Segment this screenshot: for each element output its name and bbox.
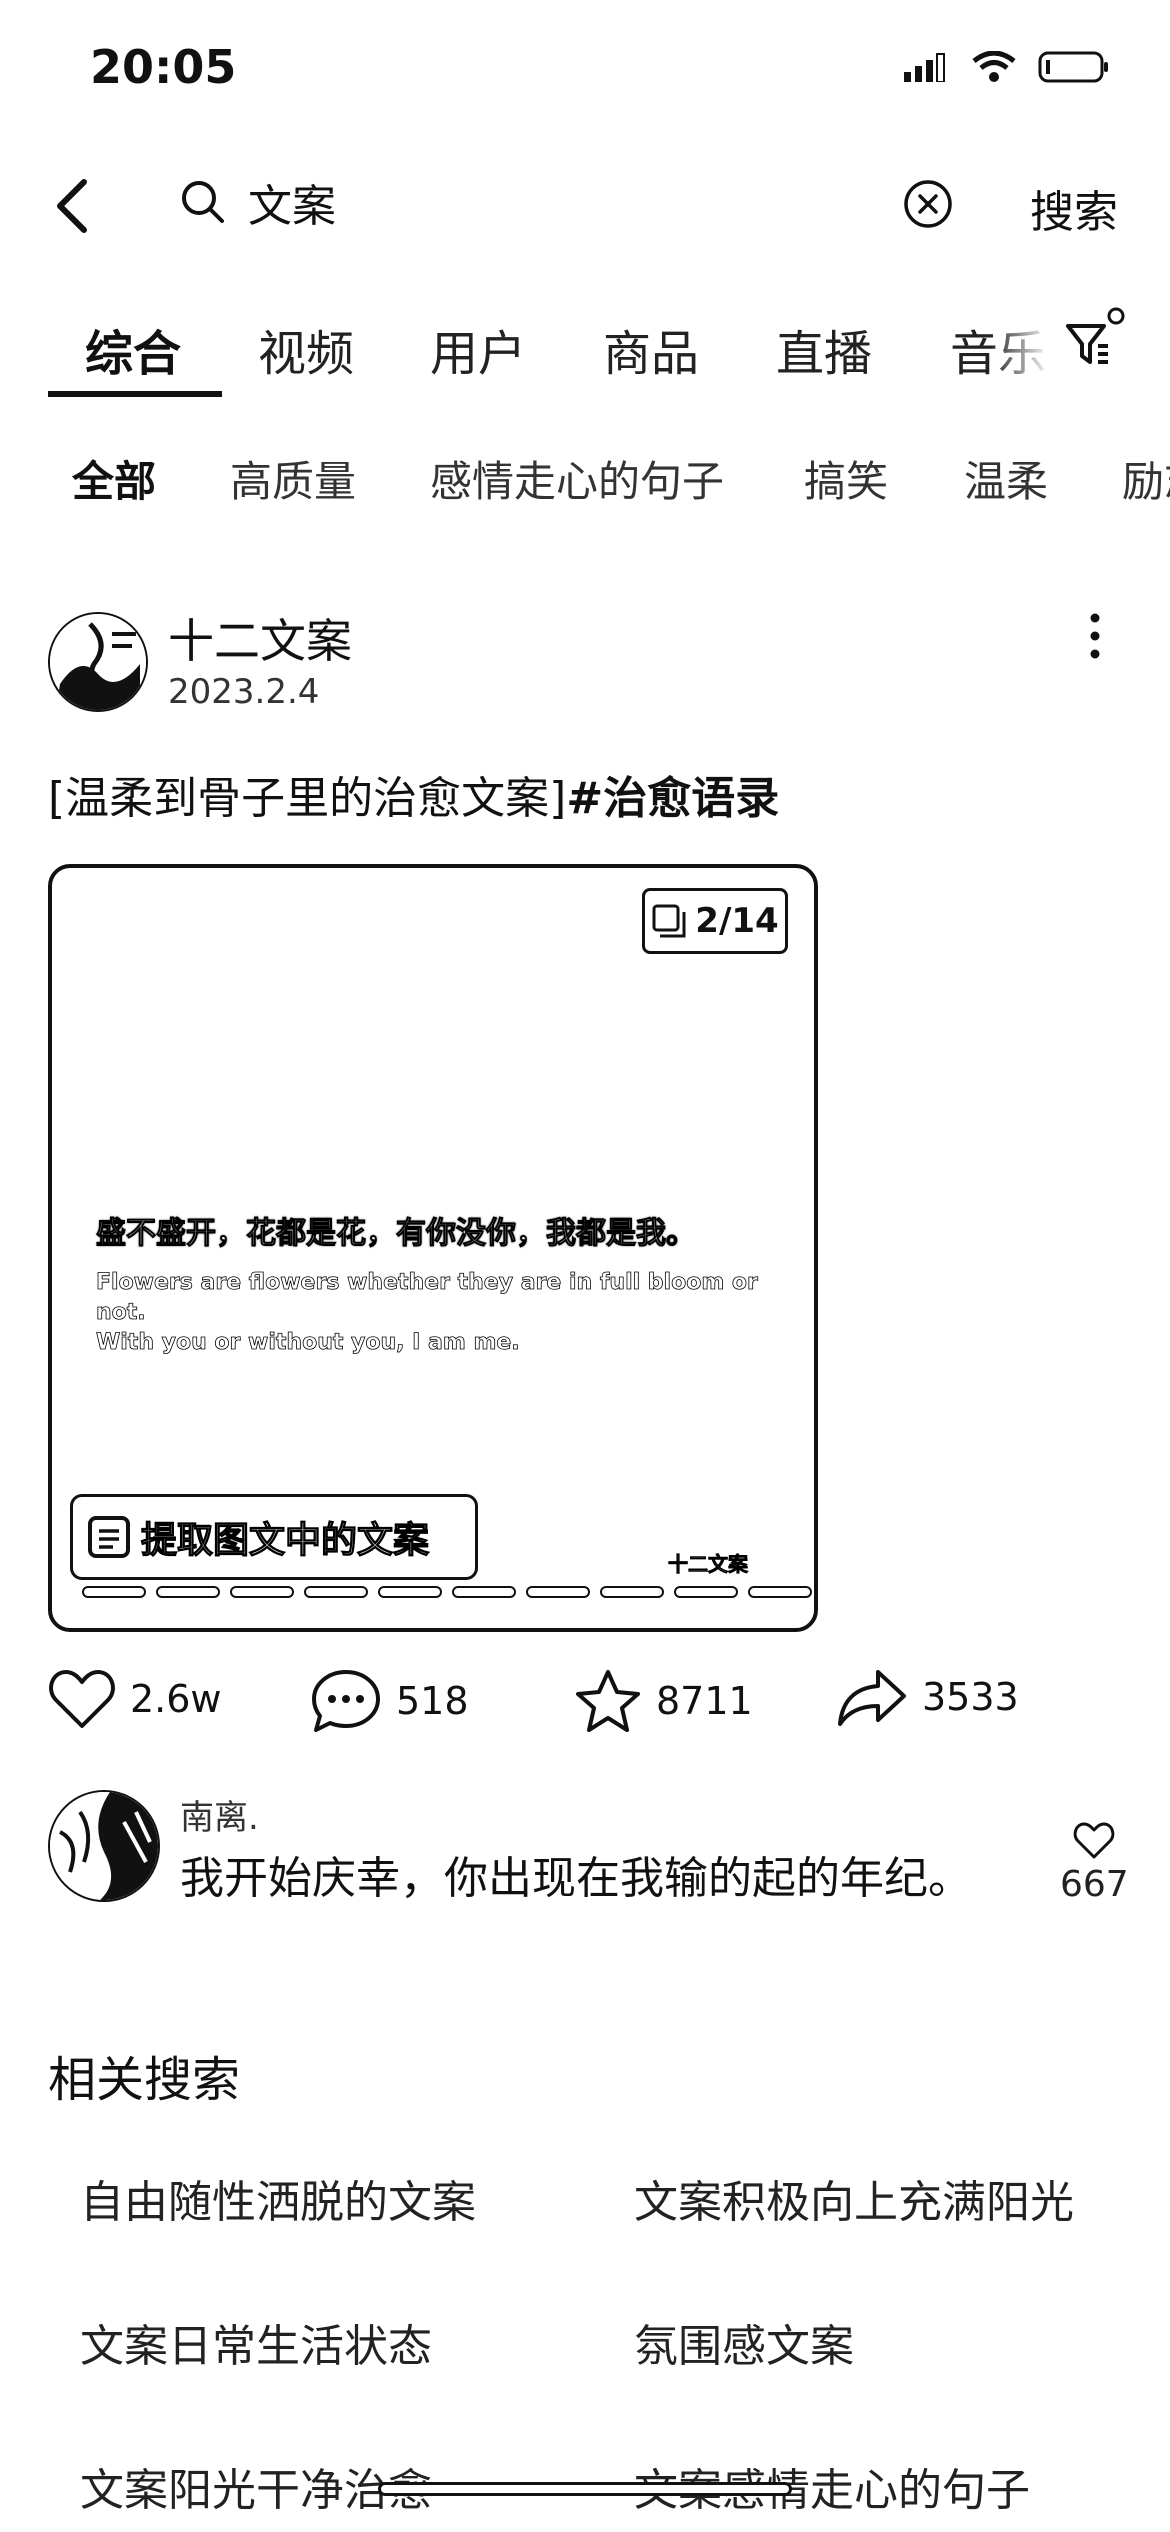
status-icons xyxy=(904,50,1110,84)
related-search-item[interactable]: 文案积极向上充满阳光 xyxy=(634,2166,1074,2230)
comment-like-count: 667 xyxy=(1060,1864,1129,1905)
chip-inspirational[interactable]: 励志 xyxy=(1122,448,1170,509)
search-button[interactable]: 搜索 xyxy=(1030,176,1118,240)
comment-button[interactable]: 518 xyxy=(310,1668,469,1734)
page-counter: 2/14 xyxy=(695,901,779,941)
more-options-button[interactable] xyxy=(1080,608,1110,668)
share-arrow-icon xyxy=(838,1670,906,1726)
quote-english: Flowers are flowers whether they are in … xyxy=(96,1268,814,1358)
image-watermark: 十二文案 xyxy=(668,1552,749,1577)
filter-icon xyxy=(1066,307,1125,364)
search-input[interactable]: 文案 xyxy=(180,170,336,234)
quote-chinese: 盛不盛开，花都是花，有你没你，我都是我。 xyxy=(96,1216,697,1252)
caption-text: [温柔到骨子里的治愈文案] xyxy=(48,773,567,824)
pager-dot xyxy=(156,1586,220,1598)
image-pager-dots xyxy=(82,1586,812,1598)
search-icon xyxy=(182,181,224,223)
author-avatar[interactable] xyxy=(48,612,148,712)
tab-comprehensive[interactable]: 综合 xyxy=(85,314,181,384)
extract-text-button[interactable]: 提取图文中的文案 xyxy=(70,1494,478,1580)
filter-button[interactable] xyxy=(1064,304,1134,374)
chip-gentle[interactable]: 温柔 xyxy=(964,448,1048,509)
share-button[interactable]: 3533 xyxy=(836,1668,1019,1726)
pager-dot xyxy=(230,1586,294,1598)
share-count: 3533 xyxy=(922,1675,1019,1719)
related-search-item[interactable]: 文案日常生活状态 xyxy=(80,2310,432,2374)
image-page-badge: 2/14 xyxy=(642,888,788,954)
comment-text: 我开始庆幸，你出现在我输的起的年纪。 xyxy=(180,1853,972,1904)
chevron-left-icon xyxy=(57,179,87,233)
favorite-count: 8711 xyxy=(656,1679,753,1723)
filter-chips: 全部 高质量 感情走心的句子 搞笑 温柔 励志 xyxy=(0,440,1170,520)
tab-products[interactable]: 商品 xyxy=(603,314,699,384)
commenter-avatar[interactable] xyxy=(48,1790,160,1902)
author-name[interactable]: 十二文案 xyxy=(168,605,352,671)
back-button[interactable] xyxy=(48,176,98,236)
pager-dot xyxy=(452,1586,516,1598)
pager-dot xyxy=(748,1586,812,1598)
related-search-item[interactable]: 氛围感文案 xyxy=(634,2310,854,2374)
status-time: 20:05 xyxy=(90,40,237,94)
post-date: 2023.2.4 xyxy=(168,672,320,712)
star-icon xyxy=(576,1670,640,1732)
quote-english-line-1: Flowers are flowers whether they are in … xyxy=(96,1270,759,1326)
search-query: 文案 xyxy=(248,181,336,232)
heart-icon xyxy=(49,1670,115,1728)
post-actions: 2.6w 518 8711 3533 xyxy=(48,1668,1122,1748)
pager-dot xyxy=(82,1586,146,1598)
result-tabs: 综合 视频 用户 商品 直播 音乐 xyxy=(0,300,1170,400)
comment-icon xyxy=(312,1670,380,1732)
heart-icon xyxy=(1074,1822,1115,1859)
related-search-item[interactable]: 自由随性洒脱的文案 xyxy=(80,2166,476,2230)
related-searches-title: 相关搜索 xyxy=(48,2052,241,2108)
extract-text-label: 提取图文中的文案 xyxy=(140,1519,430,1561)
chip-emotional[interactable]: 感情走心的句子 xyxy=(430,448,724,509)
commenter-name[interactable]: 南离. xyxy=(180,1790,259,1839)
comment-count: 518 xyxy=(396,1679,469,1723)
active-tab-indicator xyxy=(48,391,222,397)
more-vertical-icon xyxy=(1090,613,1100,659)
pager-dot xyxy=(600,1586,664,1598)
post-caption: [温柔到骨子里的治愈文案]#治愈语录 xyxy=(48,762,779,826)
comment-like-button[interactable]: 667 xyxy=(1060,1822,1129,1905)
like-count: 2.6w xyxy=(130,1677,222,1721)
wifi-icon xyxy=(972,51,1016,82)
home-indicator[interactable] xyxy=(378,2482,792,2496)
pager-dot xyxy=(674,1586,738,1598)
hashtag-link[interactable]: #治愈语录 xyxy=(566,773,779,824)
close-circle-icon xyxy=(904,180,952,228)
text-extract-icon xyxy=(88,1516,130,1558)
avatar-image xyxy=(50,614,146,710)
chip-all[interactable]: 全部 xyxy=(72,448,156,509)
chip-high-quality[interactable]: 高质量 xyxy=(230,448,356,509)
battery-icon xyxy=(1038,51,1108,83)
post-image-card[interactable]: 2/14 盛不盛开，花都是花，有你没你，我都是我。 Flowers are fl… xyxy=(48,864,818,1632)
tab-fade xyxy=(990,300,1050,390)
tab-video[interactable]: 视频 xyxy=(258,314,354,384)
pager-dot xyxy=(304,1586,368,1598)
tab-live[interactable]: 直播 xyxy=(776,314,872,384)
tab-users[interactable]: 用户 xyxy=(430,314,526,384)
pager-dot xyxy=(526,1586,590,1598)
quote-english-line-2: With you or without you, I am me. xyxy=(96,1330,520,1356)
avatar-image xyxy=(50,1792,158,1900)
favorite-button[interactable]: 8711 xyxy=(574,1668,753,1734)
pager-dot xyxy=(378,1586,442,1598)
clear-search-button[interactable] xyxy=(902,178,954,230)
image-stack-icon xyxy=(652,904,686,938)
signal-icon xyxy=(904,53,945,82)
like-button[interactable]: 2.6w xyxy=(48,1668,222,1730)
chip-funny[interactable]: 搞笑 xyxy=(804,448,888,509)
